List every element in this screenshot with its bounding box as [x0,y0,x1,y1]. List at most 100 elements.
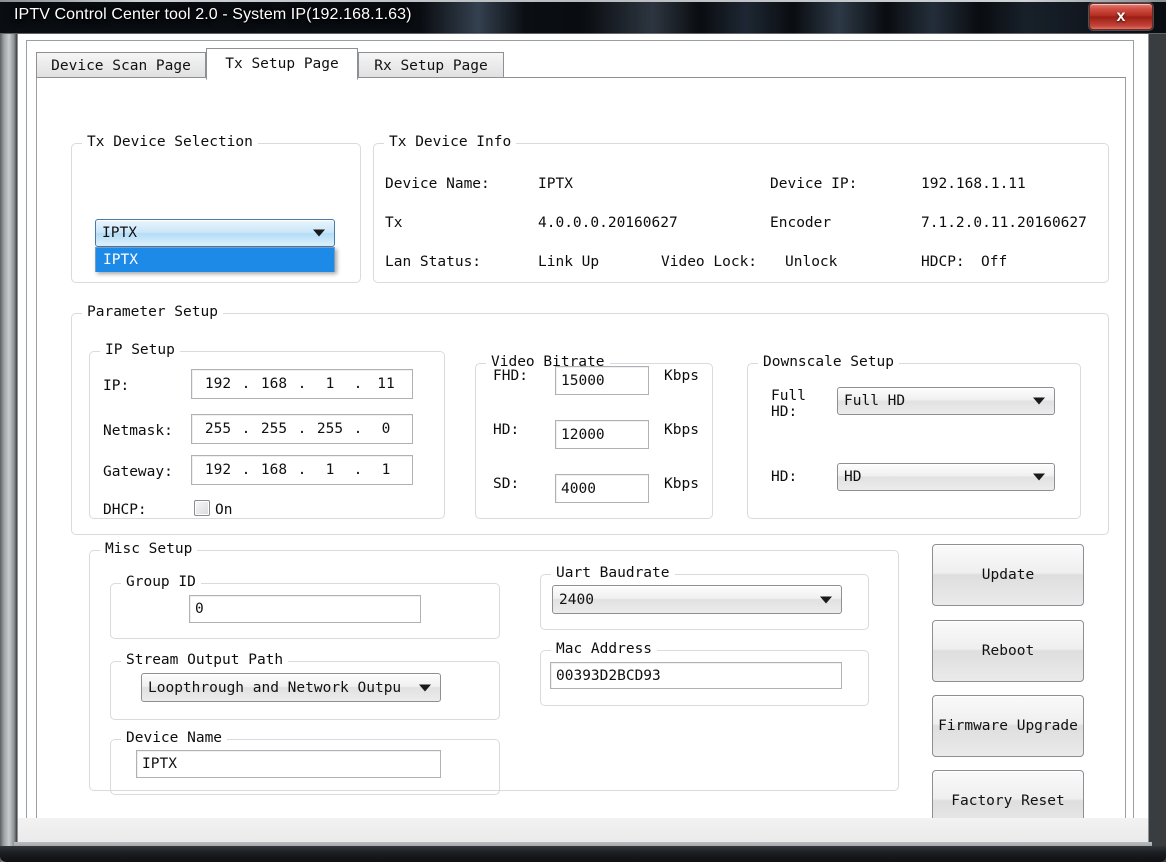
mac-address-value: 00393D2BCD93 [556,668,661,684]
factory-reset-button-label: Factory Reset [951,793,1065,809]
group-id-input[interactable]: 0 [189,595,421,623]
group-legend: Group ID [121,574,201,590]
encoder-value: 7.1.2.0.11.20160627 [921,215,1087,231]
tab-rx-setup-page[interactable]: Rx Setup Page [358,52,504,78]
tab-strip: Device Scan Page Tx Setup Page Rx Setup … [36,48,1126,78]
hd-downscale-value: HD [844,469,861,485]
tab-strip-underline [36,77,1126,78]
lan-status-label: Lan Status: [385,254,481,270]
frame-bottom-edge [0,846,1166,862]
mac-address-input[interactable]: 00393D2BCD93 [550,662,842,689]
dropdown-option-iptx[interactable]: IPTX [96,248,334,272]
main-panel: Device Scan Page Tx Setup Page Rx Setup … [26,40,1134,835]
ip-octet-3: 1 [313,376,347,392]
firmware-upgrade-button[interactable]: Firmware Upgrade [932,695,1084,757]
ip-dot: . [298,421,307,437]
ip-dot: . [298,376,307,392]
group-id-value: 0 [195,601,204,617]
app-window: IPTV Control Center tool 2.0 - System IP… [0,0,1166,862]
tab-content-tx-setup: Tx Device Selection IPTX IPTX Tx Device … [36,78,1126,835]
stream-output-path-select[interactable]: Loopthrough and Network Outpu [141,673,441,702]
chevron-down-icon [1033,398,1045,405]
ip-octet-1: 192 [201,376,235,392]
tx-version-label: Tx [385,215,402,231]
hd-downscale-select[interactable]: HD [837,463,1055,491]
group-legend: Stream Output Path [121,652,288,668]
dhcp-label: DHCP: [103,502,147,518]
netmask-octet-2: 255 [257,421,291,437]
ip-dot: . [354,421,363,437]
group-legend: Parameter Setup [82,304,223,320]
gateway-label: Gateway: [103,464,173,480]
tab-label: Tx Setup Page [225,56,339,72]
fhd-bitrate-input[interactable]: 15000 [555,366,649,395]
group-legend: Tx Device Selection [82,134,258,150]
hd-unit-label: Kbps [664,422,699,438]
tx-device-select-value: IPTX [102,225,137,241]
uart-baudrate-select[interactable]: 2400 [552,585,842,614]
device-name-label: Device Name: [385,176,490,192]
chevron-down-icon [419,684,431,691]
sd-unit-label: Kbps [664,476,699,492]
sd-bitrate-input[interactable]: 4000 [555,474,649,503]
ip-octet-2: 168 [257,376,291,392]
tx-device-select[interactable]: IPTX [95,219,335,247]
device-ip-label: Device IP: [770,176,857,192]
netmask-octet-3: 255 [313,421,347,437]
group-legend: IP Setup [100,342,180,358]
netmask-label: Netmask: [103,423,173,439]
gateway-input[interactable]: 192 . 168 . 1 . 1 [191,455,413,485]
group-legend: Mac Address [551,641,657,657]
chevron-down-icon [1033,474,1045,481]
sd-bitrate-label: SD: [493,476,519,492]
fhd-label: FHD: [493,368,528,384]
netmask-octet-4: 0 [369,421,403,437]
reboot-button-label: Reboot [982,643,1034,659]
ip-dot: . [242,376,251,392]
full-hd-downscale-label: Full HD: [771,388,806,420]
group-legend: Uart Baudrate [551,565,675,581]
device-name-input[interactable]: IPTX [136,750,441,778]
ip-dot: . [298,462,307,478]
hd-bitrate-input[interactable]: 12000 [555,420,649,449]
tx-device-dropdown-list[interactable]: IPTX [95,247,335,272]
ip-input[interactable]: 192 . 168 . 1 . 11 [191,369,413,399]
ip-dot: . [242,462,251,478]
full-hd-label-line1: Full [771,388,806,404]
netmask-input[interactable]: 255 . 255 . 255 . 0 [191,414,413,444]
tab-label: Rx Setup Page [374,58,488,74]
hdcp-value: Off [981,254,1007,270]
gateway-octet-2: 168 [257,462,291,478]
gateway-octet-1: 192 [201,462,235,478]
window-client-area: Device Scan Page Tx Setup Page Rx Setup … [17,34,1149,845]
group-legend: Tx Device Info [384,134,516,150]
group-legend: Misc Setup [100,541,197,557]
sd-bitrate-value: 4000 [561,481,596,497]
ip-dot: . [242,421,251,437]
lan-status-value: Link Up [538,254,599,270]
firmware-upgrade-button-label: Firmware Upgrade [938,718,1078,734]
title-bar-top-highlight [0,0,1166,2]
full-hd-downscale-value: Full HD [844,393,905,409]
hd-downscale-label: HD: [771,469,797,485]
uart-baudrate-value: 2400 [559,592,594,608]
close-icon: x [1090,4,1152,29]
fhd-unit-label: Kbps [664,368,699,384]
stream-output-path-value: Loopthrough and Network Outpu [148,680,401,696]
update-button[interactable]: Update [932,544,1084,606]
tab-tx-setup-page[interactable]: Tx Setup Page [206,48,358,80]
device-ip-value: 192.168.1.11 [921,176,1026,192]
dhcp-checkbox[interactable] [194,500,210,516]
ip-dot: . [354,376,363,392]
hdcp-label: HDCP: [921,254,965,270]
full-hd-downscale-select[interactable]: Full HD [837,387,1055,415]
window-title: IPTV Control Center tool 2.0 - System IP… [14,6,412,24]
tab-device-scan-page[interactable]: Device Scan Page [36,52,206,78]
gateway-octet-4: 1 [369,462,403,478]
tx-version-value: 4.0.0.0.20160627 [538,215,678,231]
reboot-button[interactable]: Reboot [932,620,1084,682]
video-lock-value: Unlock [785,254,837,270]
group-legend: Downscale Setup [758,354,899,370]
group-legend: Device Name [121,730,227,746]
close-button[interactable]: x [1089,3,1153,30]
